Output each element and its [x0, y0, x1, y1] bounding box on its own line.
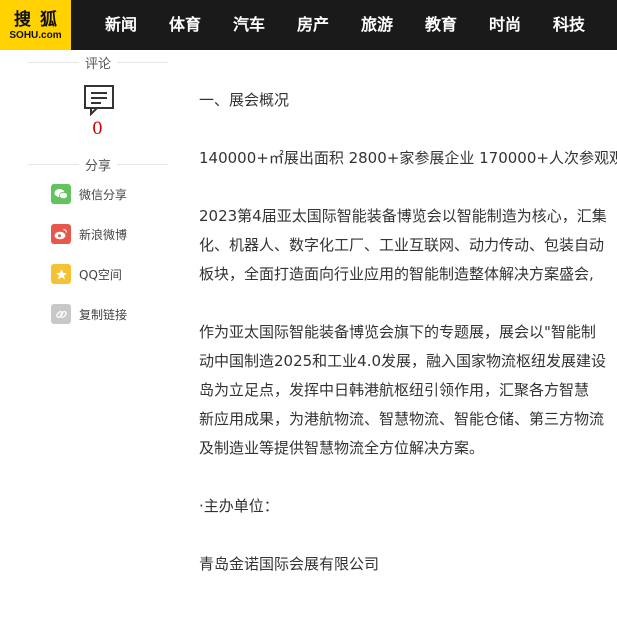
nav-item-sports[interactable]: 体育	[169, 0, 233, 50]
paragraph-theme-line: 及制造业等提供智慧物流全方位解决方案。	[199, 439, 485, 457]
nav-item-news[interactable]: 新闻	[105, 0, 169, 50]
comment-label: 评论	[78, 53, 118, 72]
wechat-icon	[51, 184, 71, 204]
nav-item-fashion[interactable]: 时尚	[489, 0, 553, 50]
logo-chinese-text: 搜狐	[14, 9, 66, 30]
paragraph-stats: 140000+㎡展出面积 2800+家参展企业 170000+人次参观观	[199, 149, 617, 167]
top-navigation-bar: 搜狐 SOHU.com 新闻 体育 汽车 房产 旅游 教育 时尚 科技	[0, 0, 617, 50]
copy-link-button[interactable]: 复制链接	[51, 304, 168, 324]
paragraph-intro-line: 化、机器人、数字化工厂、工业互联网、动力传动、包装自动	[199, 236, 605, 254]
share-section-header: 分享	[28, 153, 168, 175]
sohu-logo[interactable]: 搜狐 SOHU.com	[0, 0, 71, 50]
nav-item-travel[interactable]: 旅游	[361, 0, 425, 50]
share-item-label: 新浪微博	[79, 227, 128, 242]
article-body: 一、展会概况 140000+㎡展出面积 2800+家参展企业 170000+人次…	[199, 86, 617, 579]
comment-icon[interactable]	[83, 84, 115, 116]
paragraph-theme-line: 作为亚太国际智能装备博览会旗下的专题展，展会以"智能制	[199, 323, 596, 341]
comment-count[interactable]: 0	[92, 119, 168, 143]
organizer-heading: ·主办单位：	[199, 497, 279, 515]
share-wechat-button[interactable]: 微信分享	[51, 184, 168, 204]
paragraph-theme-line: 动中国制造2025和工业4.0发展，融入国家物流枢纽发展建设	[199, 352, 607, 370]
nav-item-tech[interactable]: 科技	[553, 0, 617, 50]
nav-item-realestate[interactable]: 房产	[297, 0, 361, 50]
paragraph-intro-line: 板块，全面打造面向行业应用的智能制造整体解决方案盛会,	[199, 265, 594, 283]
share-qzone-button[interactable]: QQ空间	[51, 264, 168, 284]
link-icon	[51, 304, 71, 324]
share-item-label: QQ空间	[79, 267, 122, 282]
share-list: 微信分享 新浪微博 QQ空间 复制链接	[28, 184, 168, 324]
share-label: 分享	[78, 155, 118, 174]
qzone-icon	[51, 264, 71, 284]
comment-section-header: 评论	[28, 51, 168, 73]
share-item-label: 复制链接	[79, 307, 128, 322]
share-weibo-button[interactable]: 新浪微博	[51, 224, 168, 244]
paragraph-theme-line: 新应用成果，为港航物流、智慧物流、智能仓储、第三方物流	[199, 410, 605, 428]
organizer-name: 青岛金诺国际会展有限公司	[199, 555, 380, 573]
nav-item-education[interactable]: 教育	[425, 0, 489, 50]
article-sidebar: 评论 0 分享 微信分享 新浪微博 QQ空间 复制链接	[28, 50, 168, 344]
section-heading: 一、展会概况	[199, 91, 290, 109]
main-nav: 新闻 体育 汽车 房产 旅游 教育 时尚 科技	[105, 0, 617, 50]
nav-item-auto[interactable]: 汽车	[233, 0, 297, 50]
paragraph-intro-line: 2023第4届亚太国际智能装备博览会以智能制造为核心，汇集	[199, 207, 607, 225]
weibo-icon	[51, 224, 71, 244]
paragraph-theme-line: 岛为立足点，发挥中日韩港航枢纽引领作用，汇聚各方智慧	[199, 381, 590, 399]
share-item-label: 微信分享	[79, 187, 128, 202]
logo-english-text: SOHU.com	[9, 29, 62, 41]
